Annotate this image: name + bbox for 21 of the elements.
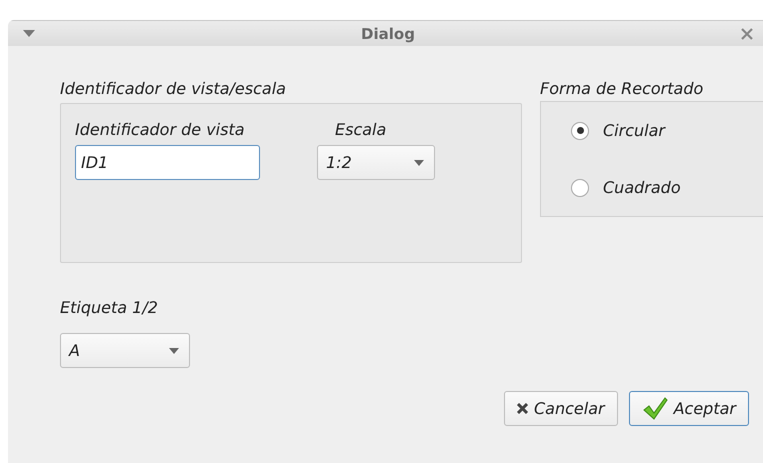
window-title: Dialog: [360, 24, 416, 42]
close-icon[interactable]: [741, 28, 753, 40]
field-label: Escala: [335, 120, 388, 139]
label-dropdown[interactable]: A: [60, 333, 190, 368]
field-label: Etiqueta 1/2: [60, 298, 159, 317]
radio-button[interactable]: [571, 122, 589, 140]
caret-icon: [169, 348, 179, 354]
menu-icon[interactable]: [23, 30, 35, 37]
radio-button[interactable]: [571, 178, 589, 196]
accept-button[interactable]: Aceptar: [628, 391, 749, 426]
close-icon: [517, 403, 528, 414]
view-id-field[interactable]: ID1: [75, 145, 260, 180]
group-title: Forma de Recortado: [540, 79, 704, 98]
scale-dropdown[interactable]: 1:2: [317, 145, 435, 180]
radio-option[interactable]: Circular: [571, 121, 763, 140]
group-title: Identificador de vista/escala: [60, 79, 287, 98]
cancel-button[interactable]: Cancelar: [504, 391, 618, 426]
field-label: Identificador de vista: [75, 120, 246, 139]
check-icon: [642, 396, 668, 420]
caret-icon: [414, 160, 424, 166]
radio-option[interactable]: Cuadrado: [571, 178, 763, 197]
